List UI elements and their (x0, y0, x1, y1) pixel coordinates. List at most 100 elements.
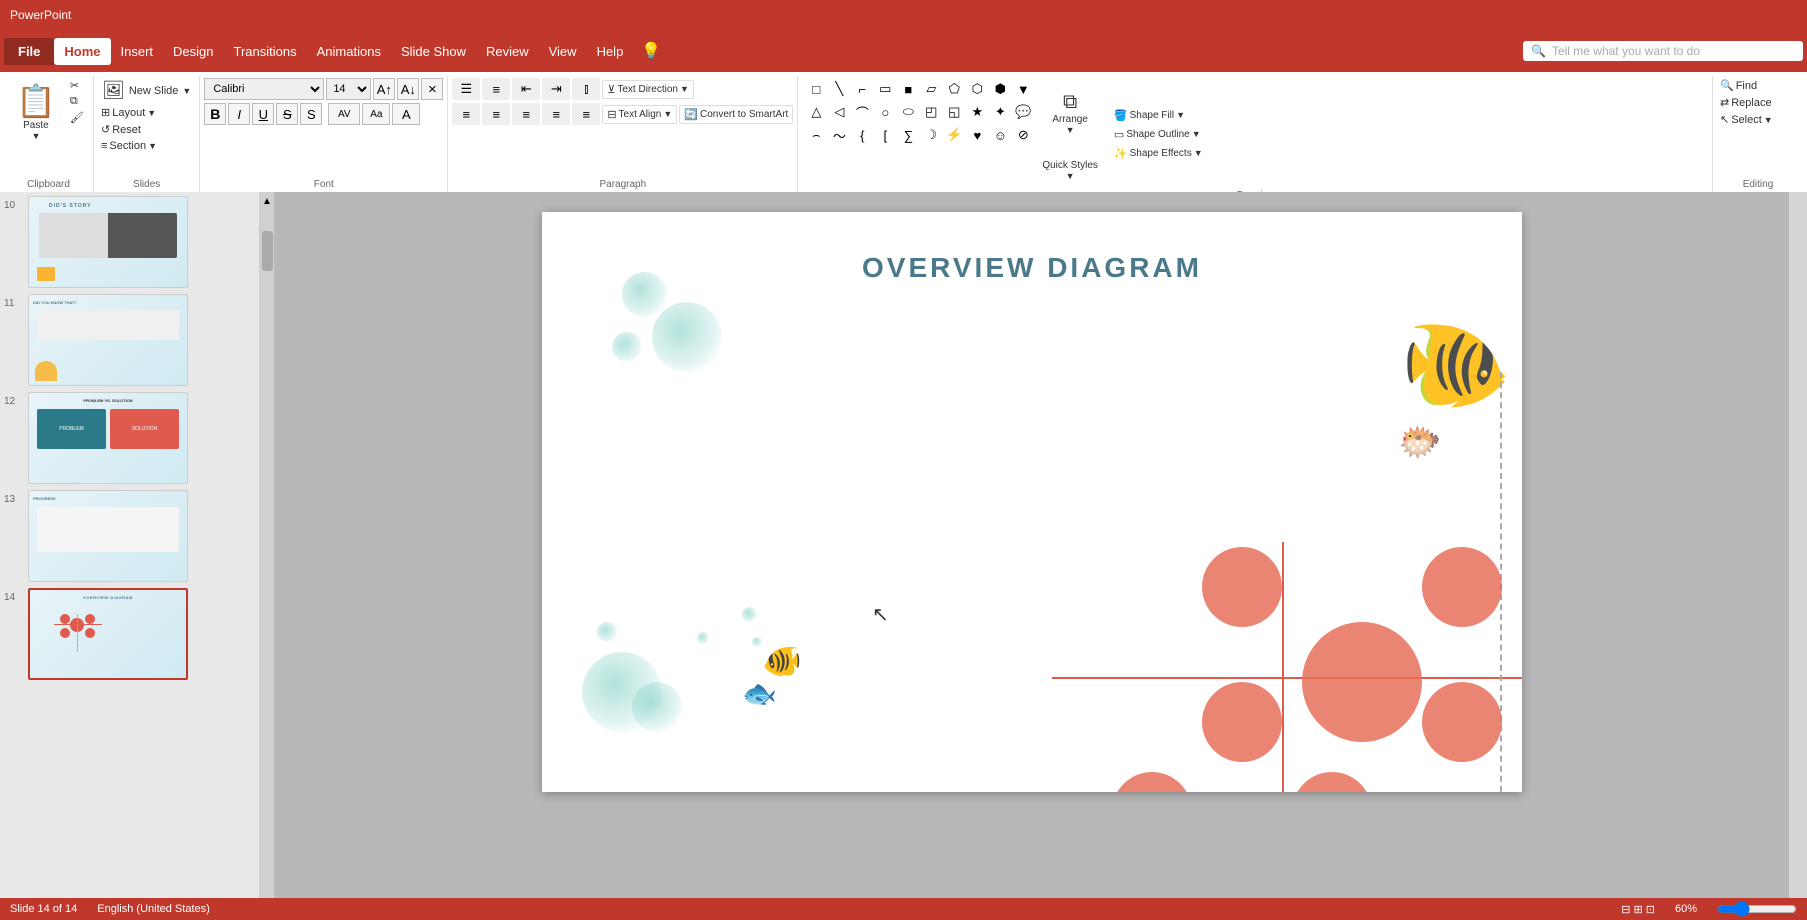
numbered-list-button[interactable]: ≡ (482, 78, 510, 100)
scroll-up-arrow[interactable]: ▲ (258, 192, 276, 211)
clear-format-button[interactable]: ✕ (421, 78, 443, 100)
slide-canvas[interactable]: OVERVIEW DIAGRAM 🐠 🐡 🐠 🐟 (542, 212, 1522, 792)
slide-panel[interactable]: 10 DID'S STORY 11 DID YOU KNOW THAT? (0, 192, 260, 898)
text-direction-arrow[interactable]: ▼ (680, 84, 689, 94)
text-direction-button[interactable]: ⊻ Text Direction ▼ (602, 80, 694, 99)
menu-insert[interactable]: Insert (111, 38, 164, 65)
underline-button[interactable]: U (252, 103, 274, 125)
select-button[interactable]: ↖ Select ▼ (1717, 112, 1776, 127)
circle-bottom-far-left[interactable] (1112, 772, 1192, 792)
format-painter-button[interactable]: 🖌 (67, 110, 87, 125)
slide-item-10[interactable]: 10 DID'S STORY (4, 196, 255, 288)
replace-button[interactable]: ⇄ Replace (1717, 95, 1775, 110)
align-text-arrow[interactable]: ▼ (663, 109, 672, 119)
slide-item-12[interactable]: 12 PROBLEM VS. SOLUTION PROBLEM SOLUTION (4, 392, 255, 484)
slide-thumb-10[interactable]: DID'S STORY (28, 196, 188, 288)
slide-thumb-12[interactable]: PROBLEM VS. SOLUTION PROBLEM SOLUTION (28, 392, 188, 484)
align-center-button[interactable]: ≡ (482, 103, 510, 125)
strikethrough-button[interactable]: S (276, 103, 298, 125)
menu-animations[interactable]: Animations (307, 38, 391, 65)
italic-button[interactable]: I (228, 103, 250, 125)
view-icons[interactable]: ⊟ ⊞ ⊡ (1621, 903, 1655, 916)
bullets-button[interactable]: ☰ (452, 78, 480, 100)
circle-top-left[interactable] (1202, 547, 1282, 627)
canvas-area[interactable]: OVERVIEW DIAGRAM 🐠 🐡 🐠 🐟 (275, 192, 1789, 898)
shape-effects-button[interactable]: ✨ Shape Effects ▼ (1111, 146, 1206, 161)
menu-file[interactable]: File (4, 38, 54, 65)
font-shrink-button[interactable]: A↓ (397, 78, 419, 100)
shape-outline-button[interactable]: ▭ Shape Outline ▼ (1111, 127, 1206, 142)
char-spacing-button[interactable]: AV (328, 103, 360, 125)
justify-button[interactable]: ≡ (542, 103, 570, 125)
scroll-thumb[interactable] (262, 231, 273, 271)
paste-dropdown-arrow[interactable]: ▼ (31, 131, 40, 141)
shadow-button[interactable]: S (300, 103, 322, 125)
paste-button[interactable]: 📋 Paste ▼ (8, 78, 64, 145)
slide-thumb-14[interactable]: OVERVIEW DIAGRAM (28, 588, 188, 680)
decrease-indent-button[interactable]: ⇤ (512, 78, 540, 100)
section-arrow[interactable]: ▼ (148, 141, 157, 151)
no-sign-shape[interactable]: ⊘ (1009, 124, 1037, 146)
circle-center[interactable] (1302, 622, 1422, 742)
zoom-slider[interactable] (1717, 901, 1797, 917)
align-right-button[interactable]: ≡ (512, 103, 540, 125)
distributed-button[interactable]: ≡ (572, 103, 600, 125)
circle-top-right[interactable] (1422, 547, 1502, 627)
copy-button[interactable]: ⧉ (67, 94, 87, 109)
new-slide-button[interactable]: 🖼 New Slide ▼ (98, 78, 195, 103)
shape-fill-button[interactable]: 🪣 Shape Fill ▼ (1111, 108, 1206, 123)
align-left-button[interactable]: ≡ (452, 103, 480, 125)
quick-styles-button[interactable]: Quick Styles ▼ (1038, 150, 1102, 190)
quick-styles-arrow[interactable]: ▼ (1066, 171, 1075, 181)
align-text-label2: Text Align (619, 109, 662, 120)
bubble-6 (597, 622, 617, 642)
menu-help[interactable]: Help (587, 38, 634, 65)
shape-fill-arrow[interactable]: ▼ (1176, 110, 1185, 120)
menu-transitions[interactable]: Transitions (224, 38, 307, 65)
cut-icon: ✂ (70, 79, 79, 92)
search-bar[interactable]: 🔍 Tell me what you want to do (1523, 41, 1803, 61)
select-arrow[interactable]: ▼ (1764, 115, 1773, 125)
arrange-button[interactable]: ⧉ Arrange ▼ (1038, 78, 1102, 148)
shape-effects-icon: ✨ (1114, 147, 1128, 160)
slides-scrollbar[interactable]: ▲ (260, 192, 275, 898)
circle-bottom-right[interactable] (1422, 682, 1502, 762)
section-button[interactable]: ≡ Section ▼ (98, 139, 160, 153)
menu-view[interactable]: View (539, 38, 587, 65)
align-text-button[interactable]: ⊟ Text Direction Text Align ▼ (602, 105, 677, 124)
menu-home[interactable]: Home (54, 38, 110, 65)
bold-button[interactable]: B (204, 103, 226, 125)
arrange-arrow[interactable]: ▼ (1066, 125, 1075, 135)
slide-thumb-11[interactable]: DID YOU KNOW THAT? (28, 294, 188, 386)
circle-bottom-left[interactable] (1202, 682, 1282, 762)
menu-review[interactable]: Review (476, 38, 539, 65)
font-family-select[interactable]: Calibri (204, 78, 324, 100)
slide-item-14[interactable]: 14 OVERVIEW DIAGRAM (4, 588, 255, 680)
slide-item-11[interactable]: 11 DID YOU KNOW THAT? (4, 294, 255, 386)
right-scroll-panel[interactable] (1789, 192, 1807, 898)
find-button[interactable]: 🔍 Find (1717, 78, 1760, 93)
callout-shape[interactable]: 💬 (1009, 101, 1037, 123)
slide-thumb-13[interactable]: PROGRESS (28, 490, 188, 582)
menu-slideshow[interactable]: Slide Show (391, 38, 476, 65)
convert-smartart-button[interactable]: 🔄 Convert to SmartArt (679, 105, 793, 124)
shape-outline-arrow[interactable]: ▼ (1192, 129, 1201, 139)
slide-number-13: 13 (4, 490, 24, 505)
new-slide-arrow[interactable]: ▼ (182, 86, 191, 96)
slide-item-13[interactable]: 13 PROGRESS (4, 490, 255, 582)
more-shapes[interactable]: ▼ (1009, 78, 1037, 100)
shape-effects-arrow[interactable]: ▼ (1194, 148, 1203, 158)
increase-indent-button[interactable]: ⇥ (542, 78, 570, 100)
reset-button[interactable]: ↺ Reset (98, 122, 144, 137)
clipboard-group: 📋 Paste ▼ ✂✂ ⧉ 🖌 Clipboard (4, 76, 94, 192)
font-grow-button[interactable]: A↑ (373, 78, 395, 100)
circle-bottom-center[interactable] (1292, 772, 1372, 792)
cut-button[interactable]: ✂✂ (67, 78, 87, 93)
font-size-select[interactable]: 14 (326, 78, 371, 100)
layout-arrow[interactable]: ▼ (147, 108, 156, 118)
change-case-button[interactable]: Aa (362, 103, 390, 125)
font-color-button[interactable]: A (392, 103, 420, 125)
menu-design[interactable]: Design (163, 38, 223, 65)
columns-button[interactable]: ⫾ (572, 78, 600, 100)
layout-button[interactable]: ⊞ Layout ▼ (98, 105, 159, 120)
